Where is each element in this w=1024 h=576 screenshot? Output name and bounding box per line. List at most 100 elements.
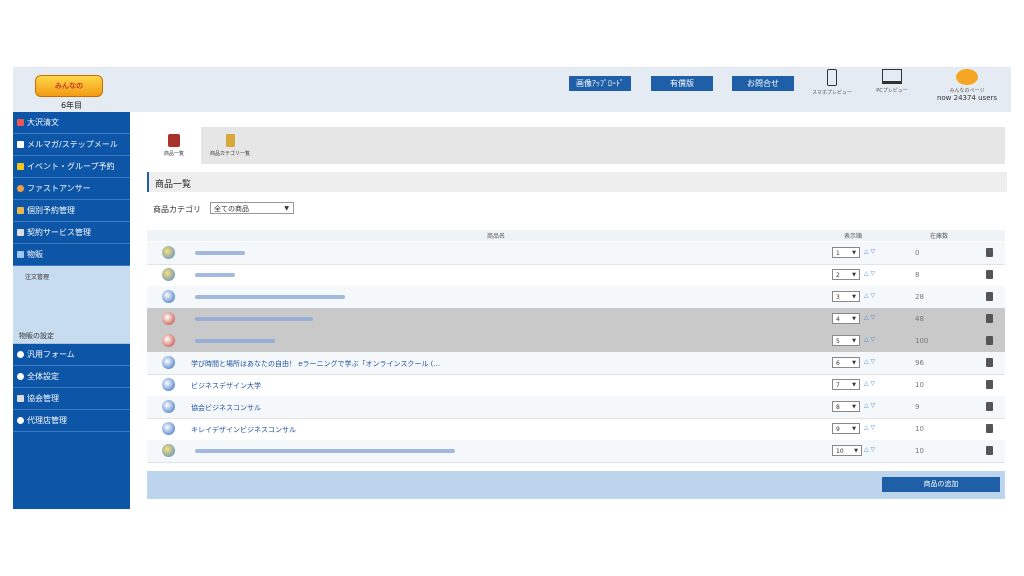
- order-select[interactable]: 10 ▼: [832, 445, 862, 456]
- sidebar-item-sales[interactable]: 物販: [13, 244, 130, 266]
- contact-button[interactable]: お問合せ: [732, 76, 794, 91]
- order-select[interactable]: 8 ▼: [832, 401, 860, 412]
- sidebar-item-event[interactable]: イベント・グループ予約: [13, 156, 130, 178]
- sort-arrows[interactable]: △ ▽: [864, 380, 875, 387]
- product-name-link[interactable]: ビジネスデザイン大学: [191, 381, 261, 391]
- no-entry-icon: [162, 334, 175, 347]
- table-row[interactable]: 4 ▼ △ ▽ 48: [147, 308, 1005, 331]
- app-frame: みんなの 6年目 画像ｱｯﾌﾟﾛｰﾄﾞ 有償版 お問合せ スマホプレビュー PC…: [13, 67, 1011, 509]
- order-value: 8: [836, 404, 840, 411]
- order-select[interactable]: 5 ▼: [832, 335, 860, 346]
- product-name-link[interactable]: 協会ビジネスコンサル: [191, 403, 261, 413]
- sort-arrows[interactable]: △ ▽: [864, 358, 875, 365]
- table-row[interactable]: 1 ▼ △ ▽ 0: [147, 242, 1005, 265]
- table-row[interactable]: 3 ▼ △ ▽ 28: [147, 286, 1005, 309]
- my-page-label: みんなのページ: [949, 88, 985, 94]
- product-name-blurred[interactable]: [195, 295, 345, 299]
- product-name-blurred[interactable]: [195, 339, 275, 343]
- trash-icon[interactable]: [986, 248, 993, 257]
- table-row[interactable]: 学び時間と場所はあなたの自由！ eラーニングで学ぶ「オンラインスクール (...…: [147, 352, 1005, 375]
- smartphone-preview[interactable]: スマホプレビュー: [810, 69, 854, 96]
- logo[interactable]: みんなの: [35, 75, 103, 97]
- product-name-link[interactable]: 学び時間と場所はあなたの自由！ eラーニングで学ぶ「オンラインスクール (...: [191, 359, 440, 369]
- trash-icon[interactable]: [986, 358, 993, 367]
- table-row[interactable]: 2 ▼ △ ▽ 8: [147, 264, 1005, 287]
- trash-icon[interactable]: [986, 380, 993, 389]
- tab-product-list[interactable]: 商品一覧: [147, 127, 201, 164]
- trash-icon[interactable]: [986, 292, 993, 301]
- product-name-blurred[interactable]: [195, 273, 235, 277]
- order-select[interactable]: 3 ▼: [832, 291, 860, 302]
- sidebar-item-agency[interactable]: 代理店管理: [13, 410, 130, 432]
- sidebar-subitem-orders[interactable]: 注文管理: [25, 272, 49, 281]
- table-row[interactable]: 10 ▼ △ ▽ 10: [147, 440, 1005, 463]
- order-select[interactable]: 9 ▼: [832, 423, 860, 434]
- sidebar-item-label: 代理店管理: [27, 416, 67, 425]
- pc-preview[interactable]: PCプレビュー: [870, 69, 914, 94]
- product-name-blurred[interactable]: [195, 251, 245, 255]
- dropdown-arrow-icon: ▼: [852, 338, 856, 344]
- cart-icon: [17, 251, 24, 258]
- sidebar-item-association[interactable]: 協会管理: [13, 388, 130, 410]
- stock-value: 10: [915, 447, 924, 455]
- table-header: 商品名 表示順 在庫数: [147, 230, 1005, 241]
- order-select[interactable]: 7 ▼: [832, 379, 860, 390]
- sort-arrows[interactable]: △ ▽: [864, 292, 875, 299]
- paid-version-button[interactable]: 有償版: [651, 76, 713, 91]
- sidebar-item-form[interactable]: 汎用フォーム: [13, 344, 130, 366]
- image-upload-button[interactable]: 画像ｱｯﾌﾟﾛｰﾄﾞ: [569, 76, 631, 91]
- product-name-blurred[interactable]: [195, 449, 455, 453]
- logo-area: みんなの 6年目: [13, 67, 130, 112]
- product-name-blurred[interactable]: [195, 317, 313, 321]
- sidebar-item-reservation[interactable]: 個別予約管理: [13, 200, 130, 222]
- sidebar-item-contract[interactable]: 契約サービス管理: [13, 222, 130, 244]
- tab-category-list[interactable]: 商品カテゴリ一覧: [203, 127, 257, 164]
- people-icon: [17, 185, 24, 192]
- order-select[interactable]: 6 ▼: [832, 357, 860, 368]
- order-value: 4: [836, 316, 840, 323]
- trash-icon[interactable]: [986, 424, 993, 433]
- sort-arrows[interactable]: △ ▽: [864, 336, 875, 343]
- dropdown-arrow-icon: ▼: [852, 360, 856, 366]
- trash-icon[interactable]: [986, 314, 993, 323]
- tab-label: 商品一覧: [163, 151, 184, 157]
- sort-arrows[interactable]: △ ▽: [864, 402, 875, 409]
- sort-arrows[interactable]: △ ▽: [864, 270, 875, 277]
- sidebar-item-label: 個別予約管理: [27, 206, 75, 215]
- sidebar-item-fast-answer[interactable]: ファストアンサー: [13, 178, 130, 200]
- dropdown-arrow-icon: ▼: [852, 316, 856, 322]
- sidebar: 大沢清文 メルマガ/ステップメール イベント・グループ予約 ファストアンサー 個…: [13, 112, 130, 509]
- table-row[interactable]: 5 ▼ △ ▽ 100: [147, 330, 1005, 353]
- sidebar-item-user[interactable]: 大沢清文: [13, 112, 130, 134]
- my-page-link[interactable]: みんなのページ now 24374 users: [927, 69, 1007, 102]
- table-row[interactable]: キレイデザインビジネスコンサル 9 ▼ △ ▽ 10: [147, 418, 1005, 441]
- category-label: 商品カテゴリ: [153, 205, 201, 214]
- category-select[interactable]: 全ての商品 ▼: [210, 202, 294, 214]
- trash-icon[interactable]: [986, 402, 993, 411]
- stock-value: 0: [915, 249, 920, 257]
- section-header: 商品一覧: [147, 172, 1007, 192]
- sidebar-item-label: 全体設定: [27, 372, 59, 381]
- sort-arrows[interactable]: △ ▽: [864, 314, 875, 321]
- sort-arrows[interactable]: △ ▽: [864, 248, 875, 255]
- table-row[interactable]: 協会ビジネスコンサル 8 ▼ △ ▽ 9: [147, 396, 1005, 419]
- add-product-button[interactable]: 商品の追加: [882, 477, 1000, 492]
- order-select[interactable]: 1 ▼: [832, 247, 860, 258]
- gift-icon: [168, 134, 180, 147]
- table-row[interactable]: ビジネスデザイン大学 7 ▼ △ ▽ 10: [147, 374, 1005, 397]
- trash-icon[interactable]: [986, 336, 993, 345]
- trash-icon[interactable]: [986, 270, 993, 279]
- order-select[interactable]: 2 ▼: [832, 269, 860, 280]
- dropdown-arrow-icon: ▼: [852, 294, 856, 300]
- product-name-link[interactable]: キレイデザインビジネスコンサル: [191, 425, 296, 435]
- sidebar-subitem-sales-settings[interactable]: 物販の設定: [13, 329, 130, 344]
- sidebar-item-mailmag[interactable]: メルマガ/ステップメール: [13, 134, 130, 156]
- trash-icon[interactable]: [986, 446, 993, 455]
- sidebar-item-settings[interactable]: 全体設定: [13, 366, 130, 388]
- order-select[interactable]: 4 ▼: [832, 313, 860, 324]
- top-bar: みんなの 6年目 画像ｱｯﾌﾟﾛｰﾄﾞ 有償版 お問合せ スマホプレビュー PC…: [13, 67, 1011, 112]
- sort-arrows[interactable]: △ ▽: [864, 424, 875, 431]
- sort-arrows[interactable]: △ ▽: [864, 446, 875, 453]
- tab-strip: 商品一覧 商品カテゴリ一覧: [147, 127, 1005, 164]
- table-footer: 商品の追加: [147, 471, 1005, 499]
